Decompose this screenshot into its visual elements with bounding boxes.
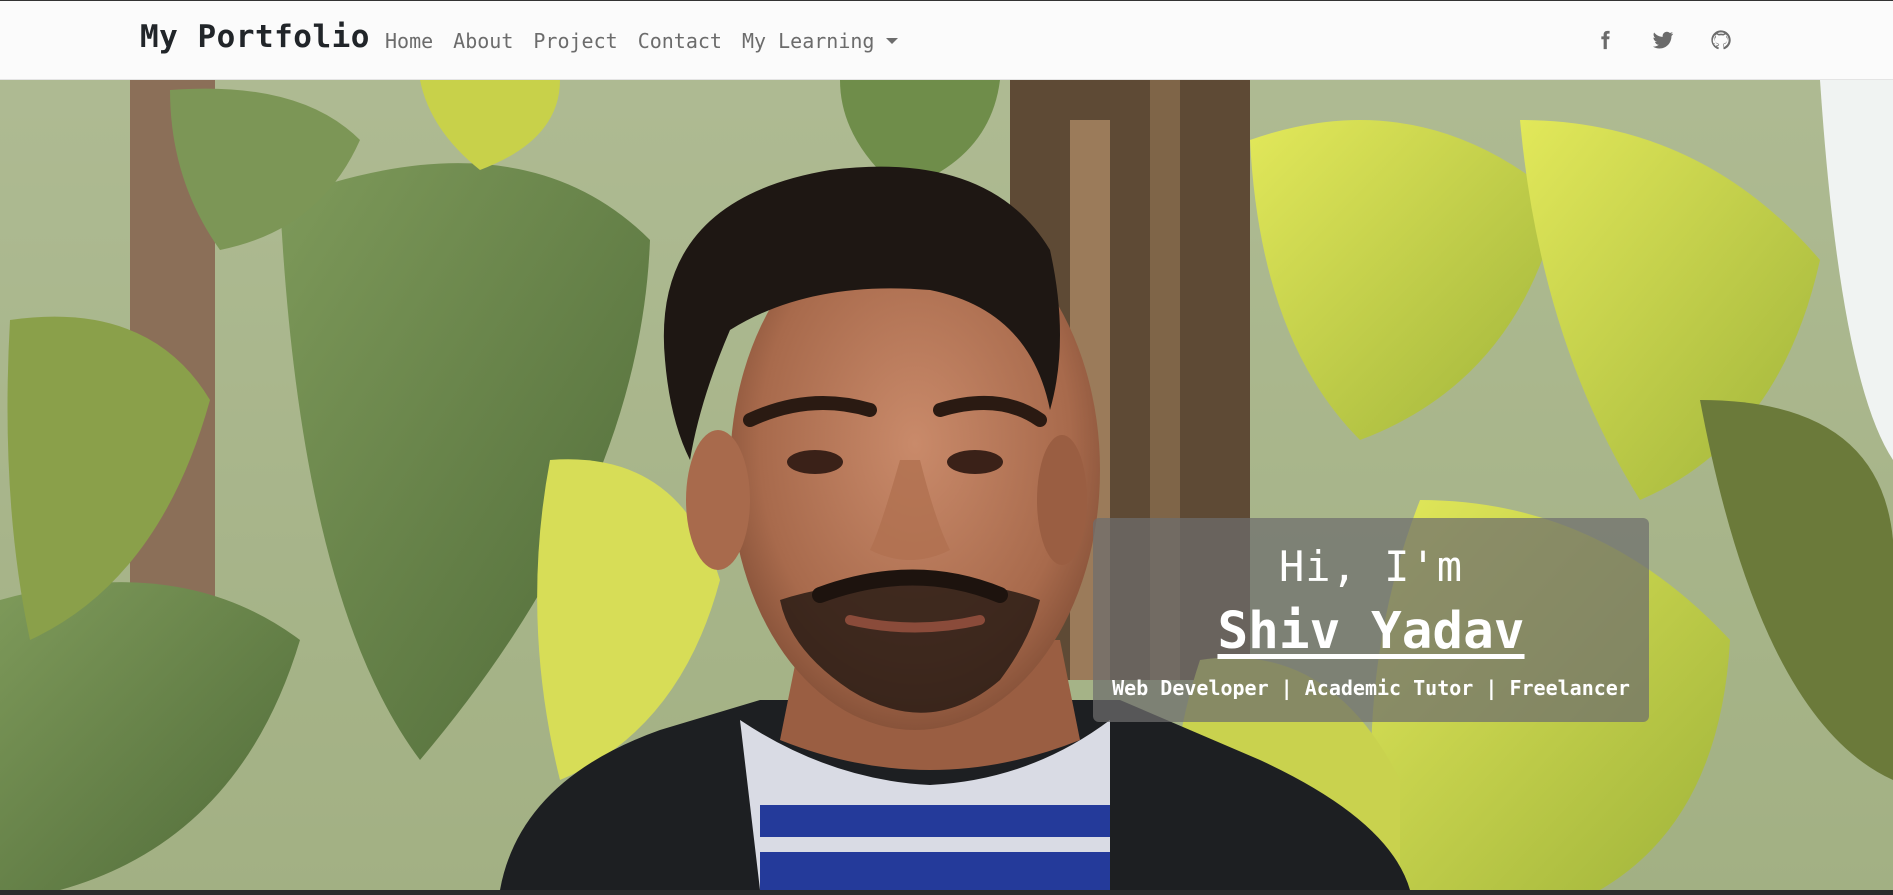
nav-links: Home About Project Contact My Learning [385, 29, 899, 53]
social-links [1593, 28, 1733, 52]
intro-name-link[interactable]: Shiv Yadav [1093, 602, 1649, 661]
github-icon[interactable] [1709, 28, 1733, 52]
nav-link-project[interactable]: Project [533, 29, 617, 53]
intro-card: Hi, I'm Shiv Yadav Web Developer | Acade… [1093, 518, 1649, 722]
nav-link-about[interactable]: About [453, 29, 513, 53]
intro-greeting: Hi, I'm [1278, 542, 1463, 591]
facebook-icon[interactable] [1593, 28, 1617, 52]
navbar: My Portfolio Home About Project Contact … [0, 0, 1893, 80]
intro-roles: Web Developer | Academic Tutor | Freelan… [1112, 676, 1630, 700]
nav-link-home[interactable]: Home [385, 29, 433, 53]
nav-dropdown-label: My Learning [741, 29, 875, 53]
nav-link-contact[interactable]: Contact [638, 29, 722, 53]
hero-background-photo [0, 80, 1893, 890]
caret-down-icon [886, 38, 899, 44]
twitter-icon[interactable] [1651, 28, 1675, 52]
hero-section: Hi, I'm Shiv Yadav Web Developer | Acade… [0, 80, 1893, 890]
bottom-edge [0, 890, 1893, 895]
nav-dropdown-my-learning[interactable]: My Learning [741, 29, 899, 53]
brand-logo-link[interactable]: My Portfolio [140, 19, 370, 55]
